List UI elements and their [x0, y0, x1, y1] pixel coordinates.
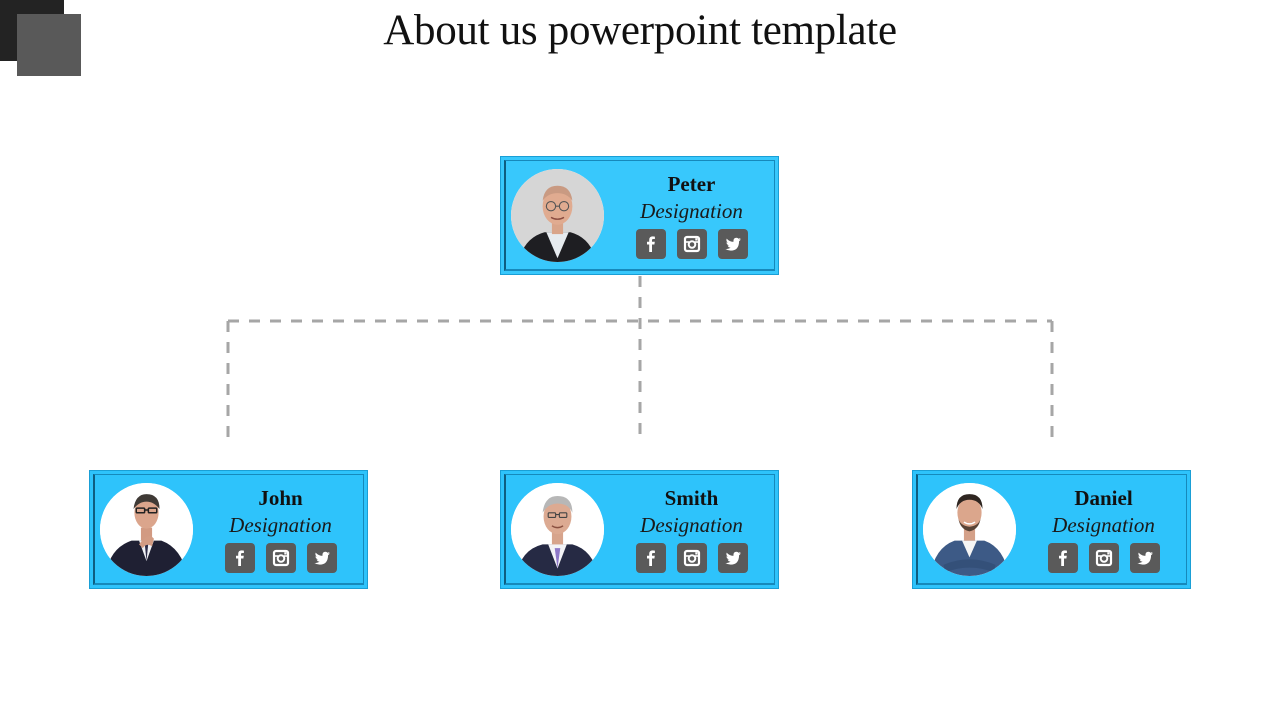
org-chart-connectors [226, 276, 1054, 442]
member-name: Daniel [1074, 486, 1133, 510]
instagram-icon[interactable] [1088, 543, 1119, 573]
team-card-peter: Peter Designation [500, 156, 779, 275]
team-card-smith: Smith Designation [500, 470, 779, 589]
facebook-icon[interactable] [635, 543, 666, 573]
social-links [611, 229, 772, 259]
member-name: Smith [664, 486, 719, 510]
social-links [1023, 543, 1184, 573]
avatar-john [100, 483, 193, 576]
twitter-icon[interactable] [717, 543, 748, 573]
facebook-icon[interactable] [635, 229, 666, 259]
team-card-daniel: Daniel Designation [912, 470, 1191, 589]
avatar-smith [511, 483, 604, 576]
member-designation: Designation [640, 199, 743, 223]
avatar-daniel [923, 483, 1016, 576]
instagram-icon[interactable] [265, 543, 296, 573]
member-name: Peter [667, 172, 716, 196]
instagram-icon[interactable] [676, 543, 707, 573]
twitter-icon[interactable] [717, 229, 748, 259]
member-designation: Designation [640, 513, 743, 537]
social-links [611, 543, 772, 573]
member-name: John [258, 486, 303, 510]
twitter-icon[interactable] [1129, 543, 1160, 573]
twitter-icon[interactable] [306, 543, 337, 573]
instagram-icon[interactable] [676, 229, 707, 259]
member-designation: Designation [229, 513, 332, 537]
facebook-icon[interactable] [224, 543, 255, 573]
social-links [200, 543, 361, 573]
team-card-john: John Designation [89, 470, 368, 589]
member-designation: Designation [1052, 513, 1155, 537]
facebook-icon[interactable] [1047, 543, 1078, 573]
avatar-peter [511, 169, 604, 262]
